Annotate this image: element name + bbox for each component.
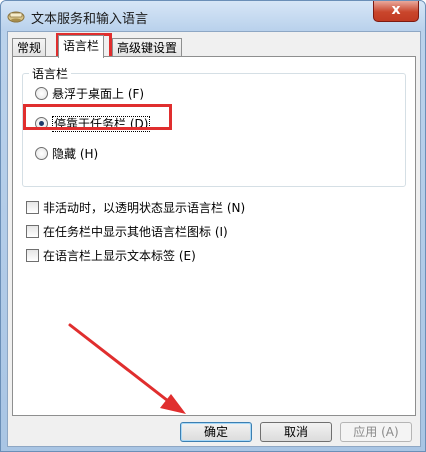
- checkbox-show-extra-icons[interactable]: 在任务栏中显示其他语言栏图标 (I): [26, 224, 228, 240]
- dialog-window: 文本服务和输入语言 x 常规 语言栏 高级键设置 语言栏 悬浮于桌面上 (F) …: [0, 0, 426, 452]
- radio-float-on-desktop[interactable]: 悬浮于桌面上 (F): [35, 86, 144, 102]
- apply-button[interactable]: 应用 (A): [340, 422, 412, 442]
- radio-button-icon[interactable]: [35, 147, 48, 160]
- window-title: 文本服务和输入语言: [31, 12, 149, 27]
- keyboard-app-icon: [7, 11, 25, 23]
- ok-button[interactable]: 确定: [180, 422, 252, 442]
- cancel-button[interactable]: 取消: [260, 422, 332, 442]
- tab-language-bar[interactable]: 语言栏: [58, 35, 105, 58]
- radio-button-icon[interactable]: [35, 87, 48, 100]
- dialog-client-area: 常规 语言栏 高级键设置 语言栏 悬浮于桌面上 (F) 停靠于任务栏 (D) 隐…: [7, 31, 421, 447]
- title-bar[interactable]: 文本服务和输入语言 x: [1, 1, 425, 31]
- checkbox-icon[interactable]: [26, 249, 39, 262]
- language-bar-panel: 语言栏 悬浮于桌面上 (F) 停靠于任务栏 (D) 隐藏 (H) 非活动时，以透…: [12, 56, 416, 416]
- language-bar-groupbox: 语言栏 悬浮于桌面上 (F) 停靠于任务栏 (D) 隐藏 (H): [22, 65, 406, 187]
- checkbox-icon[interactable]: [26, 201, 39, 214]
- checkbox-label-extra-icons: 在任务栏中显示其他语言栏图标 (I): [43, 225, 228, 239]
- radio-hidden[interactable]: 隐藏 (H): [35, 146, 98, 162]
- checkbox-label-transparent: 非活动时，以透明状态显示语言栏 (N): [43, 201, 246, 215]
- checkbox-icon[interactable]: [26, 225, 39, 238]
- checkbox-transparent-when-inactive[interactable]: 非活动时，以透明状态显示语言栏 (N): [26, 200, 245, 216]
- checkbox-show-text-labels[interactable]: 在语言栏上显示文本标签 (E): [26, 248, 196, 264]
- tab-general[interactable]: 常规: [12, 38, 47, 57]
- checkbox-label-text-labels: 在语言栏上显示文本标签 (E): [43, 249, 196, 263]
- groupbox-title: 语言栏: [29, 65, 72, 82]
- close-button[interactable]: x: [373, 1, 419, 22]
- tab-advanced-key-settings[interactable]: 高级键设置: [112, 38, 183, 57]
- option-highlight-box: [23, 104, 172, 130]
- radio-label-hidden: 隐藏 (H): [52, 147, 99, 161]
- radio-label-float: 悬浮于桌面上 (F): [52, 87, 145, 101]
